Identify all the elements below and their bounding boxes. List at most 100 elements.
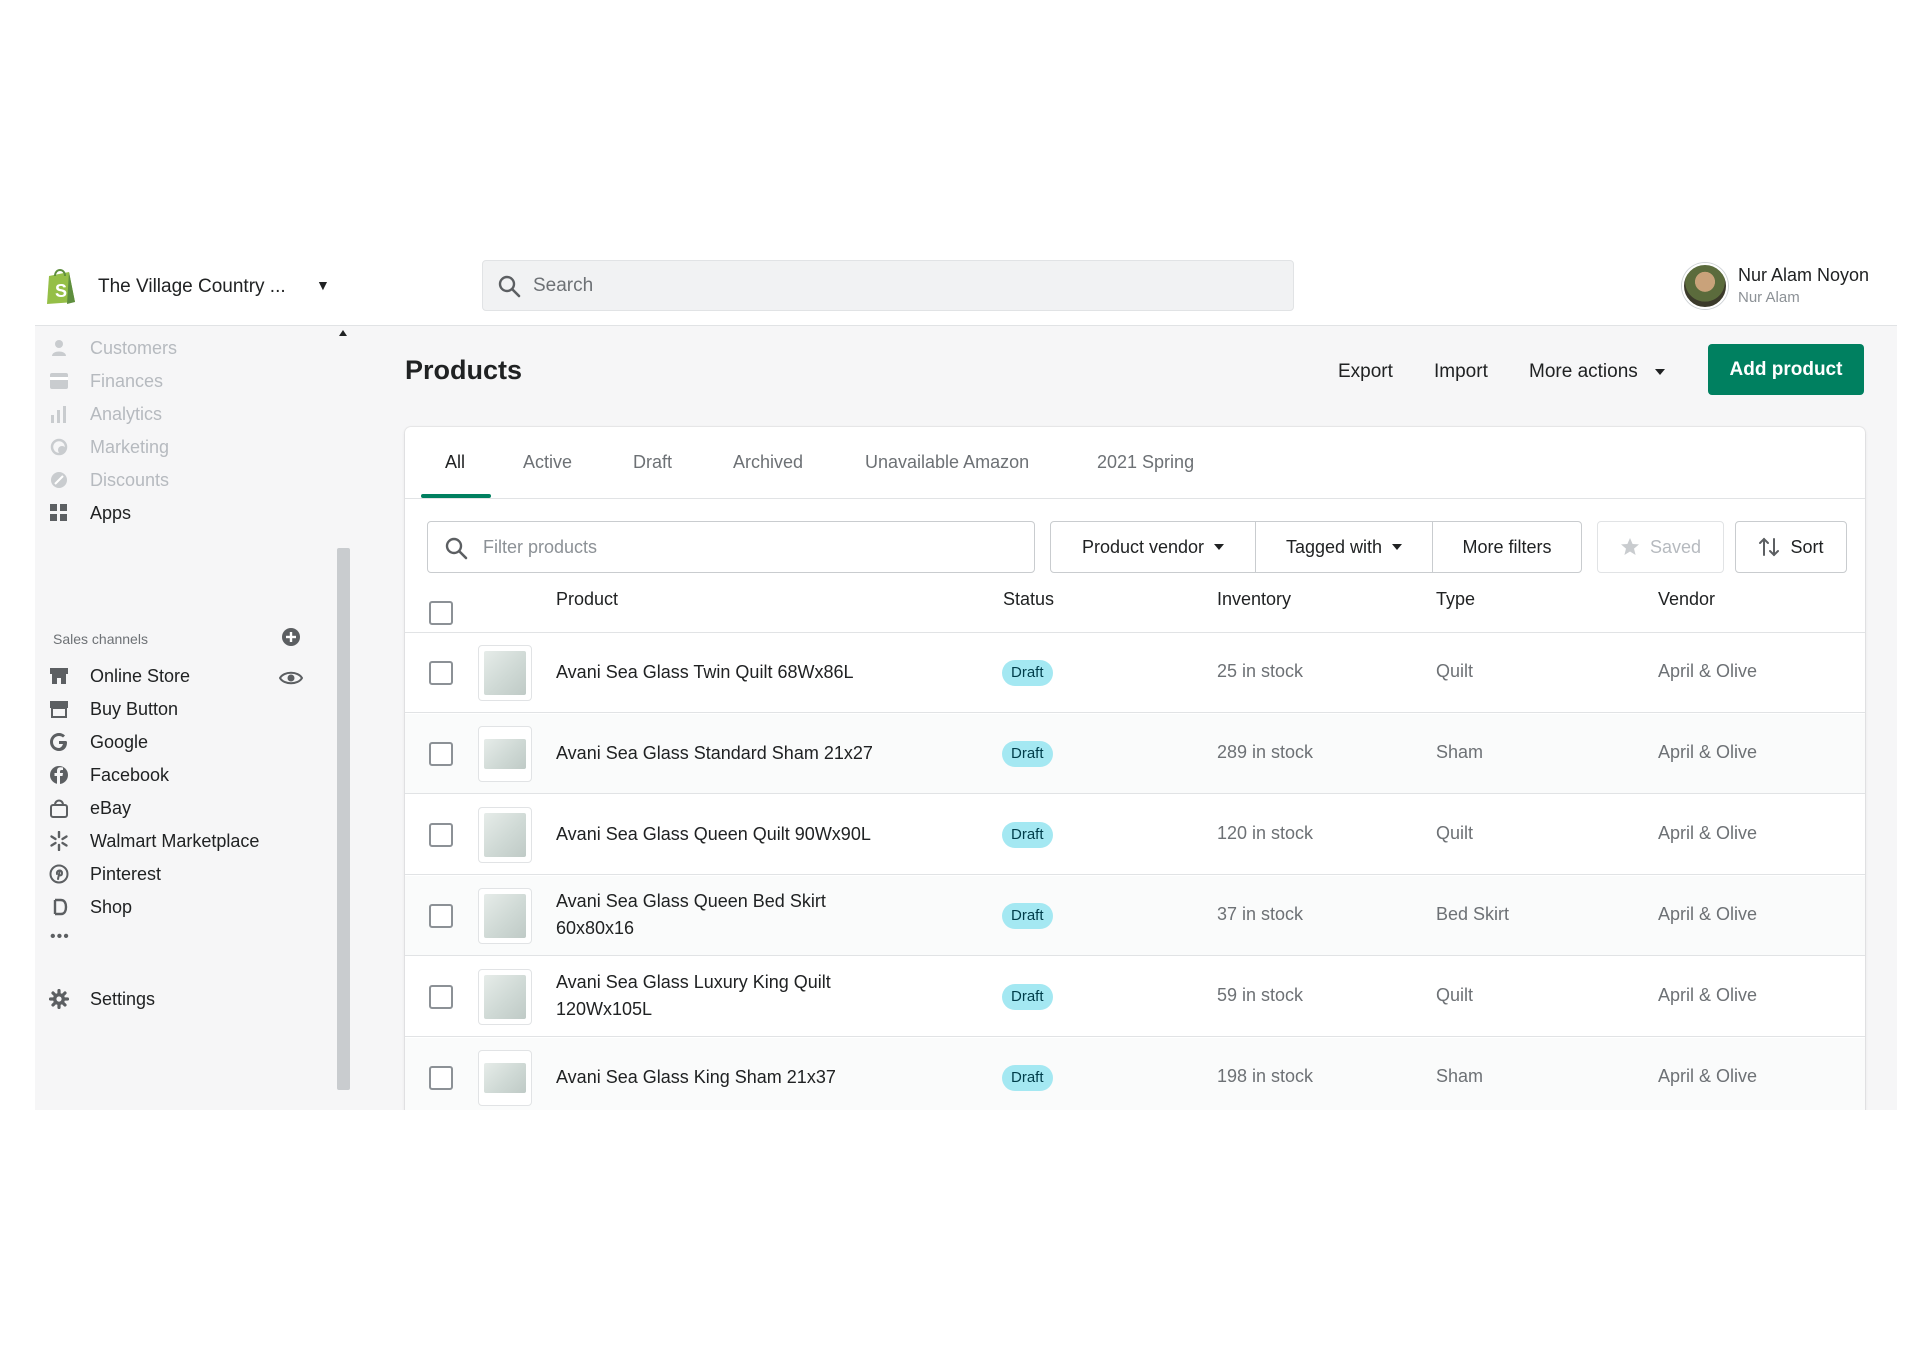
product-name-link[interactable]: Avani Sea Glass Twin Quilt 68Wx86L — [556, 659, 886, 686]
product-tabs: All Active Draft Archived Unavailable Am… — [405, 427, 1865, 499]
tab-active[interactable]: Active — [523, 452, 572, 473]
svg-text:S: S — [55, 281, 67, 301]
status-badge: Draft — [1002, 1065, 1053, 1091]
search-icon — [445, 537, 468, 560]
avatar[interactable] — [1682, 263, 1728, 309]
status-badge: Draft — [1002, 822, 1053, 848]
store-icon — [49, 666, 69, 686]
eye-icon[interactable] — [279, 670, 303, 686]
scrollbar-thumb[interactable] — [337, 548, 350, 1090]
inventory-cell: 37 in stock — [1217, 904, 1304, 924]
sidebar-item-pinterest[interactable]: Pinterest — [35, 858, 295, 890]
select-all-checkbox[interactable] — [429, 601, 453, 625]
more-filters-button[interactable]: More filters — [1432, 521, 1582, 573]
sidebar-more[interactable]: ••• — [35, 922, 295, 954]
row-checkbox[interactable] — [429, 823, 453, 847]
tab-all[interactable]: All — [445, 452, 465, 473]
chevron-down-icon — [1655, 368, 1666, 375]
scroll-up-icon[interactable] — [339, 330, 347, 336]
tab-2021-spring[interactable]: 2021 Spring — [1097, 452, 1194, 473]
sidebar-item-apps[interactable]: Apps — [35, 497, 295, 529]
tab-draft[interactable]: Draft — [633, 452, 672, 473]
table-row[interactable]: Avani Sea Glass Queen Bed Skirt 60x80x16… — [405, 876, 1865, 956]
pinterest-icon — [49, 864, 69, 884]
user-store-name: Nur Alam — [1738, 289, 1800, 306]
inventory-cell: 198 in stock — [1217, 1066, 1314, 1086]
discount-icon — [49, 470, 69, 490]
tab-unavailable-amazon[interactable]: Unavailable Amazon — [865, 452, 1029, 473]
add-product-button[interactable]: Add product — [1708, 344, 1864, 395]
table-row[interactable]: Avani Sea Glass Queen Quilt 90Wx90L Draf… — [405, 795, 1865, 875]
star-icon — [1620, 538, 1639, 555]
shopify-logo-icon[interactable]: S — [43, 266, 79, 306]
sidebar-item-settings[interactable]: Settings — [35, 983, 295, 1015]
product-thumbnail[interactable] — [478, 645, 532, 701]
table-row[interactable]: Avani Sea Glass Luxury King Quilt 120Wx1… — [405, 957, 1865, 1037]
sidebar-item-shop[interactable]: Shop — [35, 891, 295, 923]
product-thumbnail[interactable] — [478, 807, 532, 863]
export-button[interactable]: Export — [1338, 361, 1393, 383]
add-channel-icon[interactable] — [281, 627, 301, 647]
sidebar-item-google[interactable]: Google — [35, 726, 295, 758]
row-checkbox[interactable] — [429, 742, 453, 766]
product-name-link[interactable]: Avani Sea Glass Standard Sham 21x27 — [556, 740, 886, 767]
product-thumbnail[interactable] — [478, 888, 532, 944]
row-checkbox[interactable] — [429, 985, 453, 1009]
sidebar-item-analytics[interactable]: Analytics — [35, 398, 295, 430]
table-row[interactable]: Avani Sea Glass Standard Sham 21x27 Draf… — [405, 714, 1865, 794]
column-header-product[interactable]: Product — [556, 589, 618, 610]
sidebar-item-customers[interactable]: Customers — [35, 332, 295, 364]
google-icon — [49, 732, 69, 752]
sort-button[interactable]: Sort — [1735, 521, 1847, 573]
chevron-down-icon — [1214, 544, 1225, 550]
chevron-down-icon[interactable]: ▼ — [316, 277, 330, 293]
row-checkbox[interactable] — [429, 661, 453, 685]
sidebar-item-ebay[interactable]: eBay — [35, 792, 295, 824]
product-name-link[interactable]: Avani Sea Glass Queen Bed Skirt 60x80x16 — [556, 888, 856, 942]
column-header-status[interactable]: Status — [1003, 589, 1054, 610]
type-cell: Quilt — [1436, 823, 1474, 843]
column-header-type[interactable]: Type — [1436, 589, 1475, 610]
sidebar-item-finances[interactable]: Finances — [35, 365, 295, 397]
apps-icon — [49, 503, 69, 523]
row-checkbox[interactable] — [429, 904, 453, 928]
product-thumbnail[interactable] — [478, 1050, 532, 1106]
status-badge: Draft — [1002, 984, 1053, 1010]
more-actions-button[interactable]: More actions — [1529, 361, 1666, 383]
type-cell: Sham — [1436, 742, 1484, 762]
column-header-vendor[interactable]: Vendor — [1658, 589, 1715, 610]
sidebar-item-facebook[interactable]: Facebook — [35, 759, 295, 791]
vendor-cell: April & Olive — [1658, 661, 1758, 681]
tagged-with-button[interactable]: Tagged with — [1255, 521, 1433, 573]
active-tab-indicator — [421, 494, 491, 498]
type-cell: Quilt — [1436, 661, 1474, 681]
product-name-link[interactable]: Avani Sea Glass Queen Quilt 90Wx90L — [556, 821, 886, 848]
product-name-link[interactable]: Avani Sea Glass Luxury King Quilt 120Wx1… — [556, 969, 876, 1023]
table-row[interactable]: Avani Sea Glass King Sham 21x37 Draft 19… — [405, 1038, 1865, 1110]
product-name-link[interactable]: Avani Sea Glass King Sham 21x37 — [556, 1064, 886, 1091]
tab-archived[interactable]: Archived — [733, 452, 803, 473]
sidebar-item-marketing[interactable]: Marketing — [35, 431, 295, 463]
search-input[interactable] — [533, 273, 1233, 299]
import-button[interactable]: Import — [1434, 361, 1488, 383]
table-row[interactable]: Avani Sea Glass Twin Quilt 68Wx86L Draft… — [405, 633, 1865, 713]
user-name[interactable]: Nur Alam Noyon — [1738, 265, 1869, 286]
product-vendor-button[interactable]: Product vendor — [1050, 521, 1256, 573]
product-thumbnail[interactable] — [478, 726, 532, 782]
row-checkbox[interactable] — [429, 1066, 453, 1090]
column-header-inventory[interactable]: Inventory — [1217, 589, 1291, 610]
sidebar-item-walmart-marketplace[interactable]: Walmart Marketplace — [35, 825, 295, 857]
filter-products[interactable] — [427, 521, 1035, 573]
sidebar: Customers Finances Analytics Marketing D… — [35, 326, 320, 1110]
store-name[interactable]: The Village Country ... — [98, 276, 286, 298]
walmart-icon — [49, 831, 69, 851]
saved-button[interactable]: Saved — [1597, 521, 1724, 573]
vendor-cell: April & Olive — [1658, 742, 1758, 762]
product-thumbnail[interactable] — [478, 969, 532, 1025]
more-icon: ••• — [50, 928, 70, 945]
filter-input[interactable] — [483, 535, 983, 559]
sidebar-item-buy-button[interactable]: Buy Button — [35, 693, 295, 725]
sidebar-item-discounts[interactable]: Discounts — [35, 464, 295, 496]
sidebar-item-online-store[interactable]: Online Store — [35, 660, 303, 692]
global-search[interactable] — [482, 260, 1294, 311]
